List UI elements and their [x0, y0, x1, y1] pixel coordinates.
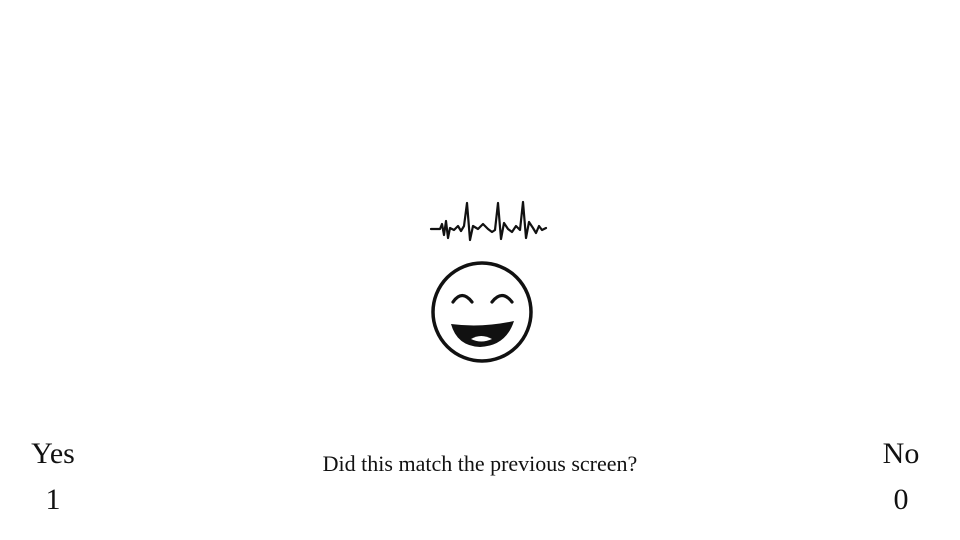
- question-prompt: Did this match the previous screen?: [322, 451, 638, 476]
- yes-label: Yes: [31, 437, 75, 470]
- yes-key: 1: [45, 483, 61, 516]
- yes-response: Yes 1: [3, 436, 103, 518]
- laughing-face-icon: [431, 261, 533, 363]
- no-response: No 0: [851, 436, 951, 518]
- no-key: 0: [893, 483, 909, 516]
- sound-wave-icon: [429, 200, 548, 242]
- no-label: No: [882, 437, 920, 470]
